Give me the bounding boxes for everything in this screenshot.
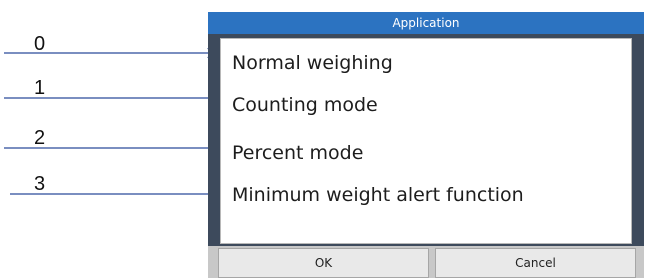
ok-button[interactable]: OK	[218, 248, 429, 278]
application-list: Normal weighing Counting mode Percent mo…	[220, 38, 632, 244]
option-minimum-weight-alert[interactable]: Minimum weight alert function	[232, 183, 524, 207]
option-percent-mode[interactable]: Percent mode	[232, 141, 363, 165]
cancel-button[interactable]: Cancel	[435, 248, 636, 278]
application-dialog: Application Normal weighing Counting mod…	[208, 12, 644, 278]
option-counting-mode[interactable]: Counting mode	[232, 93, 378, 117]
option-normal-weighing[interactable]: Normal weighing	[232, 51, 393, 75]
dialog-title: Application	[208, 12, 644, 34]
